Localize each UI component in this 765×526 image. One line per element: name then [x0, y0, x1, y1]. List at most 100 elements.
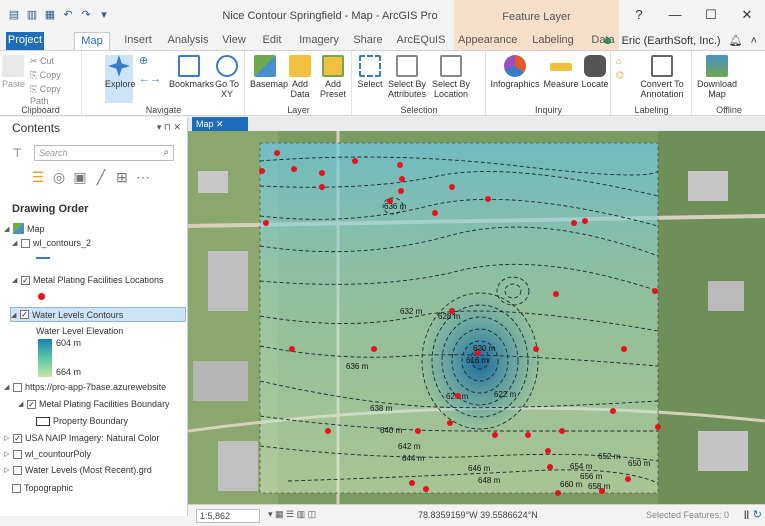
expand-arrow-icon[interactable]: ◢	[12, 239, 18, 247]
map-view-tab[interactable]: Map ✕	[192, 117, 248, 131]
close-button[interactable]: ✕	[729, 0, 765, 32]
basemap-button[interactable]: Basemap	[250, 55, 288, 89]
copy-path-button[interactable]: ⎘ Copy Path	[30, 83, 81, 107]
facility-marker[interactable]	[259, 168, 265, 174]
facility-marker[interactable]	[432, 210, 438, 216]
customize-qat-icon[interactable]: ▾	[98, 9, 110, 21]
contents-scrollbar[interactable]	[0, 516, 188, 526]
layer-map[interactable]: ◢ Map	[4, 223, 45, 234]
label-icon[interactable]: ⌂	[616, 55, 621, 67]
expand-arrow-icon[interactable]: ▷	[4, 466, 10, 474]
facility-marker[interactable]	[525, 432, 531, 438]
data-source-icon[interactable]: ◎	[51, 169, 67, 185]
facility-marker[interactable]	[387, 198, 393, 204]
layer-metal-plating-locations[interactable]: ◢ ✓ Metal Plating Facilities Locations	[12, 275, 164, 285]
facility-marker[interactable]	[655, 424, 661, 430]
map-view[interactable]: 636 m 632 m 628 m 620 m 616 m 636 m 624 …	[188, 131, 765, 504]
facility-marker[interactable]	[555, 490, 561, 496]
map-canvas[interactable]: 636 m 632 m 628 m 620 m 616 m 636 m 624 …	[188, 131, 765, 504]
pane-controls[interactable]: ▾ ⊓ ✕	[157, 122, 181, 133]
tab-project[interactable]: Project	[6, 32, 44, 50]
selected-features-count[interactable]: Selected Features: 0	[646, 510, 729, 520]
facility-marker[interactable]	[319, 170, 325, 176]
previous-extent-icon[interactable]: ←→	[139, 73, 161, 85]
expand-arrow-icon[interactable]: ◢	[12, 276, 18, 284]
facility-marker[interactable]	[547, 464, 553, 470]
explore-button[interactable]: Explore	[105, 55, 136, 103]
tab-map[interactable]: Map	[74, 32, 110, 50]
convert-to-annotation-button[interactable]: Convert To Annotation	[634, 55, 690, 99]
undo-icon[interactable]: ↶	[62, 9, 74, 21]
layer-naip-imagery[interactable]: ▷ ✓ USA NAIP Imagery: Natural Color	[4, 433, 159, 443]
cut-button[interactable]: ✂ Cut	[30, 55, 54, 67]
tab-share[interactable]: Share	[350, 32, 386, 50]
label-options-icon[interactable]: ⌬	[616, 69, 624, 81]
expand-arrow-icon[interactable]: ▷	[4, 434, 10, 442]
select-by-location-button[interactable]: Select By Location	[431, 55, 471, 99]
layer-metal-plating-boundary[interactable]: ◢ ✓ Metal Plating Facilities Boundary	[18, 399, 170, 409]
visibility-checkbox[interactable]: ✓	[13, 433, 22, 443]
facility-marker[interactable]	[319, 184, 325, 190]
minimize-button[interactable]: —	[657, 0, 693, 32]
facility-marker[interactable]	[553, 291, 559, 297]
layer-wl-contourpoly[interactable]: ▷ wl_countourPoly	[4, 449, 91, 459]
tab-appearance[interactable]: Appearance	[458, 32, 517, 50]
facility-marker[interactable]	[449, 308, 455, 314]
facility-marker[interactable]	[263, 220, 269, 226]
expand-arrow-icon[interactable]: ◢	[4, 225, 10, 233]
facility-marker[interactable]	[399, 176, 405, 182]
copy-button[interactable]: ⎘ Copy	[30, 69, 61, 81]
visibility-checkbox[interactable]	[13, 449, 22, 459]
tab-labeling[interactable]: Labeling	[530, 32, 576, 50]
facility-marker[interactable]	[274, 150, 280, 156]
paste-button[interactable]: Paste	[2, 55, 25, 89]
pause-drawing-button[interactable]: ||	[744, 509, 749, 519]
visibility-checkbox[interactable]: ✓	[21, 275, 30, 285]
facility-marker[interactable]	[610, 408, 616, 414]
facility-marker[interactable]	[449, 184, 455, 190]
add-preset-button[interactable]: Add Preset	[318, 55, 348, 99]
visibility-checkbox[interactable]	[21, 238, 30, 248]
facility-marker[interactable]	[289, 346, 295, 352]
tab-edit[interactable]: Edit	[257, 32, 287, 50]
expand-arrow-icon[interactable]: ◢	[18, 400, 24, 408]
expand-arrow-icon[interactable]: ▷	[4, 450, 10, 458]
map-scale-select[interactable]: 1:5,862	[196, 509, 260, 523]
notifications-icon[interactable]: 🔔︎	[729, 34, 743, 47]
facility-marker[interactable]	[621, 346, 627, 352]
editing-view-icon[interactable]: ╱	[93, 169, 109, 185]
new-project-icon[interactable]: ▤	[8, 9, 20, 21]
facility-marker[interactable]	[398, 188, 404, 194]
facility-marker[interactable]	[559, 428, 565, 434]
select-button[interactable]: Select	[357, 55, 383, 89]
refresh-icon[interactable]: ↻	[753, 508, 762, 521]
layer-azure-service[interactable]: ◢ https://pro-app-7base.azurewebsite	[4, 382, 166, 392]
facility-marker[interactable]	[625, 476, 631, 482]
bookmarks-button[interactable]: Bookmarks	[169, 55, 214, 89]
facility-marker[interactable]	[455, 393, 461, 399]
measure-button[interactable]: Measure	[543, 55, 579, 89]
facility-marker[interactable]	[371, 346, 377, 352]
selection-view-icon[interactable]: ▣	[72, 169, 88, 185]
labeling-view-icon[interactable]: ⋯	[135, 169, 151, 185]
tab-imagery[interactable]: Imagery	[296, 32, 342, 50]
download-map-button[interactable]: Download Map	[697, 55, 737, 99]
layer-topographic[interactable]: Topographic	[12, 483, 73, 493]
tab-analysis[interactable]: Analysis	[164, 32, 212, 50]
go-to-xy-button[interactable]: Go To XY	[213, 55, 241, 99]
tab-arcequis[interactable]: ArcEQuIS	[395, 32, 447, 50]
view-controls[interactable]: ▾ ▦ ☰ ▥ ◫	[268, 509, 316, 520]
facility-marker[interactable]	[485, 196, 491, 202]
facility-marker[interactable]	[475, 350, 481, 356]
tab-insert[interactable]: Insert	[118, 32, 158, 50]
facility-marker[interactable]	[415, 428, 421, 434]
full-extent-icon[interactable]: ⊕	[139, 55, 148, 67]
facility-marker[interactable]	[492, 432, 498, 438]
visibility-checkbox[interactable]	[13, 382, 22, 392]
redo-icon[interactable]: ↷	[80, 9, 92, 21]
visibility-checkbox[interactable]	[12, 483, 21, 493]
layer-water-levels-contours[interactable]: ◢ ✓ Water Levels Contours	[10, 307, 186, 322]
expand-arrow-icon[interactable]: ◢	[11, 311, 17, 319]
facility-marker[interactable]	[325, 428, 331, 434]
drawing-order-icon[interactable]: ☰	[30, 169, 46, 185]
